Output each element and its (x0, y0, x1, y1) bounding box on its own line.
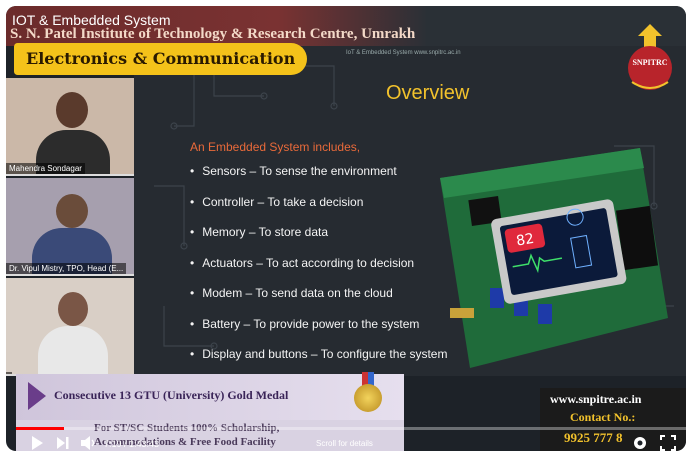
institute-logo: SNPITRC (618, 22, 682, 92)
participant-tile[interactable] (6, 278, 134, 376)
progress-bar[interactable] (16, 427, 686, 430)
institute-name: S. N. Patel Institute of Technology & Re… (10, 26, 416, 42)
play-icon[interactable] (30, 435, 44, 451)
chevron-down-icon: ⌄ (316, 447, 373, 452)
gold-medal-banner: Consecutive 13 GTU (University) Gold Med… (16, 374, 404, 420)
next-icon[interactable] (56, 435, 70, 451)
bullet-memory: Memory – To store data (190, 225, 447, 256)
slide-title: Overview (386, 82, 470, 104)
chevron-right-icon (28, 382, 46, 410)
participant-name (6, 372, 12, 374)
gold-medal-text: Consecutive 13 GTU (University) Gold Med… (54, 388, 289, 402)
logo-text: SNPITRC (632, 58, 668, 67)
participant-tile[interactable]: Dr. Vipul Mistry, TPO, Head (E... (6, 178, 134, 276)
video-header: IOT & Embedded System S. N. Patel Instit… (6, 6, 686, 46)
bullet-sensors: Sensors – To sense the environment (190, 164, 447, 195)
screen-reading: 82 (515, 231, 535, 250)
participant-name: Dr. Vipul Mistry, TPO, Head (E... (6, 263, 127, 274)
department-badge: Electronics & Communication (14, 43, 308, 75)
slide-intro: An Embedded System includes, (190, 140, 361, 154)
volume-icon[interactable] (80, 435, 98, 451)
fullscreen-icon[interactable] (660, 435, 676, 451)
contact-label: Contact No.: (570, 410, 636, 424)
medal-icon (354, 384, 382, 412)
slide-bullet-list: Sensors – To sense the environment Contr… (190, 164, 447, 378)
time-display: 7:19 / 1:43:43 (104, 439, 160, 449)
participant-video-column: Mahendra Sondagar Dr. Vipul Mistry, TPO,… (6, 78, 134, 378)
bullet-battery: Battery – To provide power to the system (190, 317, 447, 348)
settings-icon[interactable] (632, 435, 648, 451)
slide-footer-url: IoT & Embedded System www.snpitrc.ac.in (346, 50, 461, 56)
player-controls: 7:19 / 1:43:43 Scroll for details ⌄ (16, 431, 686, 451)
embedded-board-image: 82 (440, 148, 668, 368)
scroll-hint[interactable]: Scroll for details ⌄ (316, 439, 373, 451)
video-player[interactable]: IOT & Embedded System S. N. Patel Instit… (6, 6, 686, 451)
bullet-modem: Modem – To send data on the cloud (190, 286, 447, 317)
bullet-actuators: Actuators – To act according to decision (190, 256, 447, 287)
bullet-controller: Controller – To take a decision (190, 195, 447, 226)
participant-name: Mahendra Sondagar (6, 163, 85, 174)
website-url: www.snpitre.ac.in (550, 392, 642, 406)
progress-fill (16, 427, 64, 430)
presentation-slide: Overview An Embedded System includes, Se… (134, 46, 686, 376)
participant-tile[interactable]: Mahendra Sondagar (6, 78, 134, 176)
bullet-display: Display and buttons – To configure the s… (190, 347, 447, 378)
